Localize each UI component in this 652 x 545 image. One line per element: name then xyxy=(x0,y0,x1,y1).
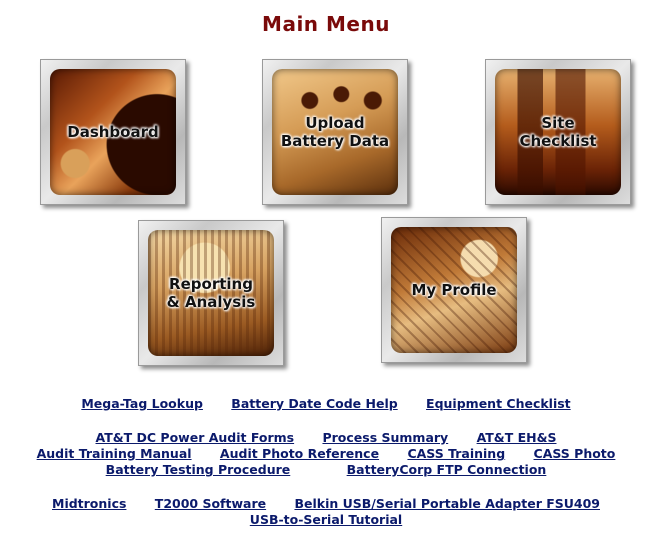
upload-battery-data-label: Upload Battery Data xyxy=(280,114,390,150)
links-row-6: USB-to-Serial Tutorial xyxy=(0,512,652,527)
att-dc-power-audit-forms-link[interactable]: AT&T DC Power Audit Forms xyxy=(96,430,295,445)
links-row-1: Mega-Tag Lookup Battery Date Code Help E… xyxy=(0,396,652,411)
cass-training-link[interactable]: CASS Training xyxy=(407,446,505,461)
belkin-adapter-link[interactable]: Belkin USB/Serial Portable Adapter FSU40… xyxy=(294,496,600,511)
battery-date-code-help-link[interactable]: Battery Date Code Help xyxy=(231,396,397,411)
my-profile-label: My Profile xyxy=(411,281,497,299)
site-checklist-label: Site Checklist xyxy=(519,114,597,150)
reporting-analysis-tile[interactable]: Reporting & Analysis xyxy=(138,220,284,366)
links-row-2: AT&T DC Power Audit Forms Process Summar… xyxy=(0,430,652,445)
audit-photo-reference-link[interactable]: Audit Photo Reference xyxy=(220,446,379,461)
batterycorp-ftp-connection-link[interactable]: BatteryCorp FTP Connection xyxy=(347,462,547,477)
att-ehs-link[interactable]: AT&T EH&S xyxy=(477,430,557,445)
cass-photo-link[interactable]: CASS Photo xyxy=(534,446,616,461)
dashboard-label: Dashboard xyxy=(67,123,159,141)
my-profile-tile[interactable]: My Profile xyxy=(381,217,527,363)
page-title: Main Menu xyxy=(262,12,390,36)
audit-training-manual-link[interactable]: Audit Training Manual xyxy=(37,446,192,461)
links-row-4: Battery Testing Procedure BatteryCorp FT… xyxy=(0,462,652,477)
site-checklist-tile[interactable]: Site Checklist xyxy=(485,59,631,205)
links-row-3: Audit Training Manual Audit Photo Refere… xyxy=(0,446,652,461)
process-summary-link[interactable]: Process Summary xyxy=(322,430,448,445)
battery-testing-procedure-link[interactable]: Battery Testing Procedure xyxy=(106,462,291,477)
mega-tag-lookup-link[interactable]: Mega-Tag Lookup xyxy=(81,396,203,411)
links-row-5: Midtronics T2000 Software Belkin USB/Ser… xyxy=(0,496,652,511)
midtronics-link[interactable]: Midtronics xyxy=(52,496,126,511)
upload-battery-data-tile[interactable]: Upload Battery Data xyxy=(262,59,408,205)
dashboard-tile[interactable]: Dashboard xyxy=(40,59,186,205)
equipment-checklist-link[interactable]: Equipment Checklist xyxy=(426,396,571,411)
usb-to-serial-tutorial-link[interactable]: USB-to-Serial Tutorial xyxy=(250,512,402,527)
t2000-software-link[interactable]: T2000 Software xyxy=(155,496,266,511)
reporting-analysis-label: Reporting & Analysis xyxy=(166,275,256,311)
